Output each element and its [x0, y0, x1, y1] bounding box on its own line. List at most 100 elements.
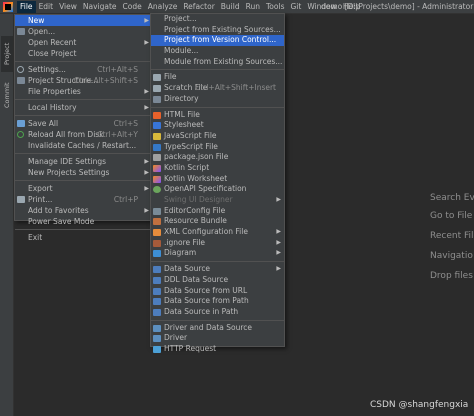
menu-bar: File Edit View Navigate Code Analyze Ref…	[17, 1, 363, 13]
new-project-existing-sources-label: Project from Existing Sources...	[164, 24, 281, 34]
new-openapi-spec[interactable]: OpenAPI Specification	[151, 184, 284, 195]
new-scratch-file[interactable]: Scratch File Ctrl+Alt+Shift+Insert	[151, 83, 284, 94]
new-diagram[interactable]: Diagram ▶	[151, 248, 284, 259]
file-menu-open[interactable]: Open...	[15, 26, 152, 37]
file-menu-add-to-favorites[interactable]: Add to Favorites ▶	[15, 205, 152, 216]
new-directory[interactable]: Directory	[151, 94, 284, 105]
watermark: CSDN @shangfengxia	[370, 400, 469, 410]
new-kotlin-script[interactable]: Kotlin Script	[151, 163, 284, 174]
new-typescript-file-label: TypeScript File	[164, 141, 218, 151]
new-data-source-in-path[interactable]: Data Source in Path	[151, 307, 284, 318]
menu-analyze[interactable]: Analyze	[145, 1, 181, 13]
file-menu-settings-label: Settings...	[28, 65, 66, 74]
window-title: demo [D:\Projects\demo] - Administrator	[321, 2, 474, 11]
new-xml-config[interactable]: XML Configuration File ▶	[151, 227, 284, 238]
new-module-label: Module...	[164, 46, 199, 56]
gear-icon	[17, 66, 24, 73]
new-kotlin-worksheet-label: Kotlin Worksheet	[164, 173, 228, 183]
menu-file[interactable]: File	[17, 1, 36, 13]
chevron-right-icon: ▶	[276, 228, 281, 236]
file-menu-manage-ide-settings[interactable]: Manage IDE Settings ▶	[15, 156, 152, 167]
menu-run[interactable]: Run	[243, 1, 263, 13]
new-project-existing-sources[interactable]: Project from Existing Sources...	[151, 25, 284, 36]
new-resource-bundle-label: Resource Bundle	[164, 216, 227, 226]
database-icon	[153, 266, 161, 274]
new-project-from-vcs[interactable]: Project from Version Control...	[151, 35, 284, 47]
file-menu-exit[interactable]: Exit	[15, 232, 152, 243]
file-menu-invalidate-caches[interactable]: Invalidate Caches / Restart...	[15, 140, 152, 151]
new-project-label: Project...	[164, 14, 197, 23]
new-html-file[interactable]: HTML File	[151, 110, 284, 121]
menu-separator	[15, 229, 152, 230]
menu-code[interactable]: Code	[120, 1, 145, 13]
new-kotlin-worksheet[interactable]: Kotlin Worksheet	[151, 174, 284, 185]
file-menu-settings[interactable]: Settings... Ctrl+Alt+S	[15, 64, 152, 75]
menu-edit[interactable]: Edit	[36, 1, 57, 13]
file-menu-save-all[interactable]: Save All Ctrl+S	[15, 118, 152, 129]
file-menu-new-projects-settings[interactable]: New Projects Settings ▶	[15, 167, 152, 178]
new-data-source-from-path[interactable]: Data Source from Path	[151, 296, 284, 307]
file-menu-local-history[interactable]: Local History ▶	[15, 102, 152, 113]
file-menu-power-save-mode-label: Power Save Mode	[28, 217, 95, 226]
typescript-icon	[153, 143, 161, 151]
new-html-file-label: HTML File	[164, 109, 200, 119]
new-driver-and-data-source[interactable]: Driver and Data Source	[151, 323, 284, 334]
new-driver[interactable]: Driver	[151, 333, 284, 344]
print-icon	[17, 196, 25, 203]
menu-git[interactable]: Git	[287, 1, 304, 13]
file-menu-print-label: Print...	[28, 195, 53, 204]
commit-tool-tab[interactable]: Commit	[1, 78, 13, 112]
file-menu-open-recent[interactable]: Open Recent ▶	[15, 37, 152, 48]
file-menu-project-structure[interactable]: Project Structure... Ctrl+Alt+Shift+S	[15, 75, 152, 86]
javascript-icon	[153, 132, 161, 140]
new-stylesheet[interactable]: Stylesheet	[151, 120, 284, 131]
file-menu-print-shortcut: Ctrl+P	[113, 195, 138, 204]
new-data-source-url[interactable]: Data Source from URL	[151, 286, 284, 297]
new-javascript-file[interactable]: JavaScript File	[151, 131, 284, 142]
chevron-right-icon: ▶	[144, 17, 149, 24]
new-resource-bundle[interactable]: Resource Bundle	[151, 216, 284, 227]
new-file[interactable]: File	[151, 72, 284, 83]
new-typescript-file[interactable]: TypeScript File	[151, 142, 284, 153]
new-module[interactable]: Module...	[151, 46, 284, 57]
menu-tools[interactable]: Tools	[263, 1, 287, 13]
menu-refactor[interactable]: Refactor	[180, 1, 217, 13]
menu-build[interactable]: Build	[218, 1, 243, 13]
chevron-right-icon: ▶	[276, 238, 281, 246]
menu-navigate[interactable]: Navigate	[80, 1, 120, 13]
file-menu-export[interactable]: Export ▶	[15, 183, 152, 194]
ignore-file-icon	[153, 239, 161, 247]
project-structure-icon	[17, 77, 25, 84]
file-menu-reload[interactable]: Reload All from Disk Ctrl+Alt+Y	[15, 129, 152, 140]
new-project[interactable]: Project...	[151, 14, 284, 25]
file-menu-close-project[interactable]: Close Project	[15, 48, 152, 59]
new-data-source-from-path-label: Data Source from Path	[164, 296, 249, 306]
new-editorconfig-file[interactable]: EditorConfig File	[151, 206, 284, 217]
new-ddl-data-source[interactable]: DDL Data Source	[151, 275, 284, 286]
title-bar: File Edit View Navigate Code Analyze Ref…	[0, 0, 474, 14]
new-http-request[interactable]: HTTP Request	[151, 344, 284, 355]
chevron-right-icon: ▶	[144, 185, 149, 192]
chevron-right-icon: ▶	[144, 104, 149, 111]
file-menu-print[interactable]: Print... Ctrl+P	[15, 194, 152, 205]
file-menu-file-properties[interactable]: File Properties ▶	[15, 86, 152, 97]
menu-view[interactable]: View	[56, 1, 80, 13]
new-data-source[interactable]: Data Source ▶	[151, 264, 284, 275]
kotlin-icon	[153, 164, 161, 172]
file-menu-save-all-shortcut: Ctrl+S	[113, 119, 138, 128]
menu-separator	[151, 261, 284, 263]
openapi-icon	[153, 186, 161, 194]
file-menu-power-save-mode[interactable]: Power Save Mode	[15, 216, 152, 227]
new-kotlin-script-label: Kotlin Script	[164, 162, 210, 172]
new-module-existing-sources[interactable]: Module from Existing Sources...	[151, 57, 284, 68]
chevron-right-icon: ▶	[144, 39, 149, 46]
file-menu-file-properties-label: File Properties	[28, 87, 81, 96]
new-package-json[interactable]: package.json File	[151, 152, 284, 163]
new-swing-ui-designer[interactable]: Swing UI Designer ▶	[151, 195, 284, 206]
driver-icon	[153, 335, 161, 343]
intellij-logo-icon	[3, 2, 13, 12]
file-menu-new[interactable]: New ▶	[15, 15, 152, 26]
project-tool-tab[interactable]: Project	[1, 36, 13, 72]
new-ignore-file[interactable]: .ignore File ▶	[151, 238, 284, 249]
menu-separator	[151, 69, 284, 71]
